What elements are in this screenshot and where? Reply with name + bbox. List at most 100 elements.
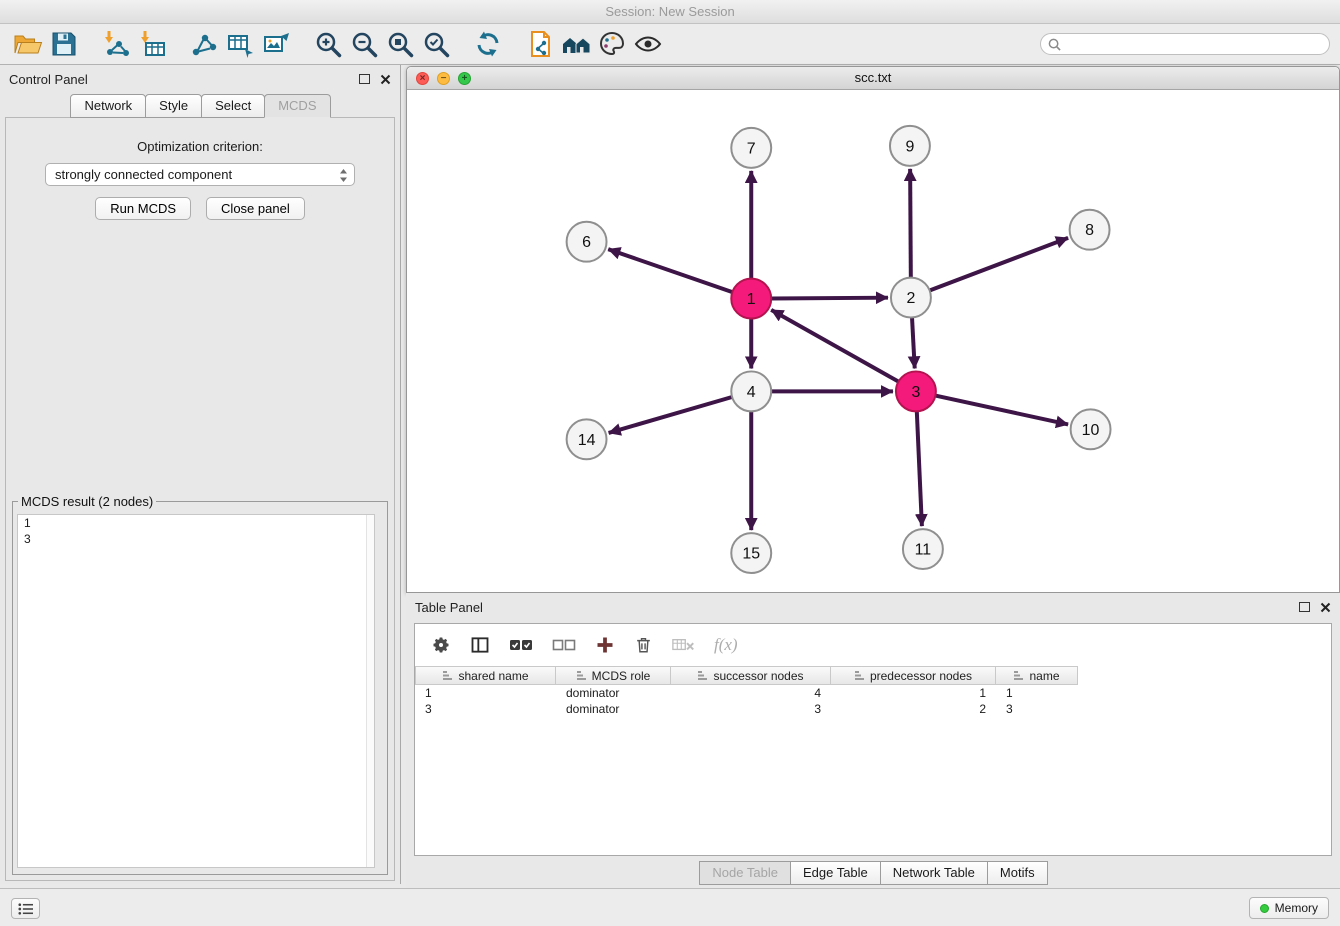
add-column-icon[interactable] [595,635,615,655]
mcds-result-title: MCDS result (2 nodes) [18,494,156,509]
import-table-icon[interactable] [134,28,170,60]
close-panel-icon[interactable] [379,73,391,85]
task-history-button[interactable] [11,898,40,919]
graph-node-8[interactable]: 8 [1070,210,1110,250]
graph-node-1[interactable]: 1 [731,279,771,319]
run-mcds-button[interactable]: Run MCDS [95,197,191,220]
network-window-titlebar[interactable]: × − + scc.txt [407,67,1339,90]
close-window-icon[interactable]: × [416,72,429,85]
graph-edge-2-8[interactable] [930,238,1069,291]
delete-column-icon[interactable] [634,635,653,655]
graph-edge-4-14[interactable] [609,397,732,433]
column-header-successor-nodes[interactable]: successor nodes [671,666,831,685]
table-cell: 3 [996,702,1078,716]
export-network-icon[interactable] [186,28,222,60]
float-panel-icon[interactable] [1299,602,1310,612]
deselect-all-icon[interactable] [552,636,576,654]
column-header-MCDS-role[interactable]: MCDS role [556,666,671,685]
tab-edge-table[interactable]: Edge Table [790,861,881,885]
svg-text:8: 8 [1085,222,1094,239]
tab-network-table[interactable]: Network Table [880,861,988,885]
graph-edge-3-10[interactable] [935,396,1068,425]
close-panel-icon[interactable] [1319,601,1331,613]
graph-node-3[interactable]: 3 [896,371,936,411]
control-panel-tabs: NetworkStyleSelectMCDS [0,94,400,118]
table-row[interactable]: 3dominator323 [415,701,1331,717]
graph-edge-3-11[interactable] [917,411,922,526]
save-session-icon[interactable] [46,28,82,60]
column-header-label: shared name [458,669,528,683]
graph-node-14[interactable]: 14 [567,419,607,459]
graph-node-10[interactable]: 10 [1071,409,1111,449]
graph-node-9[interactable]: 9 [890,126,930,166]
graph-node-7[interactable]: 7 [731,128,771,168]
graph-node-15[interactable]: 15 [731,533,771,573]
tab-node-table[interactable]: Node Table [699,861,791,885]
graph-edge-2-9[interactable] [910,169,911,278]
export-image-icon[interactable] [258,28,294,60]
network-canvas[interactable]: 1 2 3 4 6 7 8 9 10 11 14 15 [407,90,1339,592]
svg-text:1: 1 [747,291,756,308]
column-header-label: MCDS role [592,669,651,683]
close-panel-button[interactable]: Close panel [206,197,305,220]
graph-node-2[interactable]: 2 [891,278,931,318]
tab-mcds[interactable]: MCDS [264,94,330,118]
show-graphics-details-icon[interactable] [630,28,666,60]
table-panel-header: Table Panel [406,593,1340,621]
result-scrollbar[interactable] [366,515,374,867]
apply-style-icon[interactable] [594,28,630,60]
graph-node-4[interactable]: 4 [731,371,771,411]
zoom-fit-icon[interactable] [382,28,418,60]
zoom-out-icon[interactable] [346,28,382,60]
graph-edge-1-2[interactable] [771,298,888,299]
mcds-result-fieldset: MCDS result (2 nodes) 13 [12,494,388,875]
float-panel-icon[interactable] [359,74,370,84]
column-sort-icon [442,670,453,681]
delete-table-icon[interactable] [672,636,695,654]
network-graph[interactable]: 1 2 3 4 6 7 8 9 10 11 14 15 [407,90,1339,592]
tab-motifs[interactable]: Motifs [987,861,1048,885]
first-neighbors-icon[interactable] [558,28,594,60]
graph-edge-2-3[interactable] [912,318,915,369]
table-cell: 3 [671,702,831,716]
svg-text:7: 7 [747,140,756,157]
tab-style[interactable]: Style [145,94,202,118]
graph-edge-1-6[interactable] [608,249,732,292]
table-settings-icon[interactable] [431,635,451,655]
column-header-name[interactable]: name [996,666,1078,685]
function-builder-icon[interactable]: f(x) [714,635,738,655]
graph-node-11[interactable]: 11 [903,529,943,569]
show-columns-icon[interactable] [470,635,490,655]
search-input[interactable] [1066,37,1322,51]
zoom-in-icon[interactable] [310,28,346,60]
table-cell: 1 [996,686,1078,700]
column-header-label: successor nodes [713,669,803,683]
table-header-row: shared name MCDS role successor nodes prede… [415,666,1331,685]
column-header-label: predecessor nodes [870,669,972,683]
tab-network[interactable]: Network [70,94,146,118]
optimization-criterion-dropdown[interactable]: strongly connected component [45,163,355,186]
import-network-icon[interactable] [98,28,134,60]
svg-text:6: 6 [582,234,591,251]
svg-text:11: 11 [915,542,932,559]
search-box[interactable] [1040,33,1330,55]
refresh-icon[interactable] [470,28,506,60]
toolbar-separator [506,29,522,59]
graph-edge-3-1[interactable] [771,310,898,382]
open-network-file-icon[interactable] [522,28,558,60]
memory-button[interactable]: Memory [1249,897,1329,919]
zoom-selected-icon[interactable] [418,28,454,60]
select-all-icon[interactable] [509,636,533,654]
open-file-icon[interactable] [10,28,46,60]
minimize-window-icon[interactable]: − [437,72,450,85]
export-table-icon[interactable] [222,28,258,60]
svg-text:10: 10 [1082,422,1100,439]
table-row[interactable]: 1dominator411 [415,685,1331,701]
column-header-predecessor-nodes[interactable]: predecessor nodes [831,666,996,685]
table-cell: dominator [556,686,671,700]
table-toolbar: f(x) [415,624,1331,666]
zoom-window-icon[interactable]: + [458,72,471,85]
column-header-shared-name[interactable]: shared name [415,666,556,685]
graph-node-6[interactable]: 6 [567,222,607,262]
tab-select[interactable]: Select [201,94,265,118]
